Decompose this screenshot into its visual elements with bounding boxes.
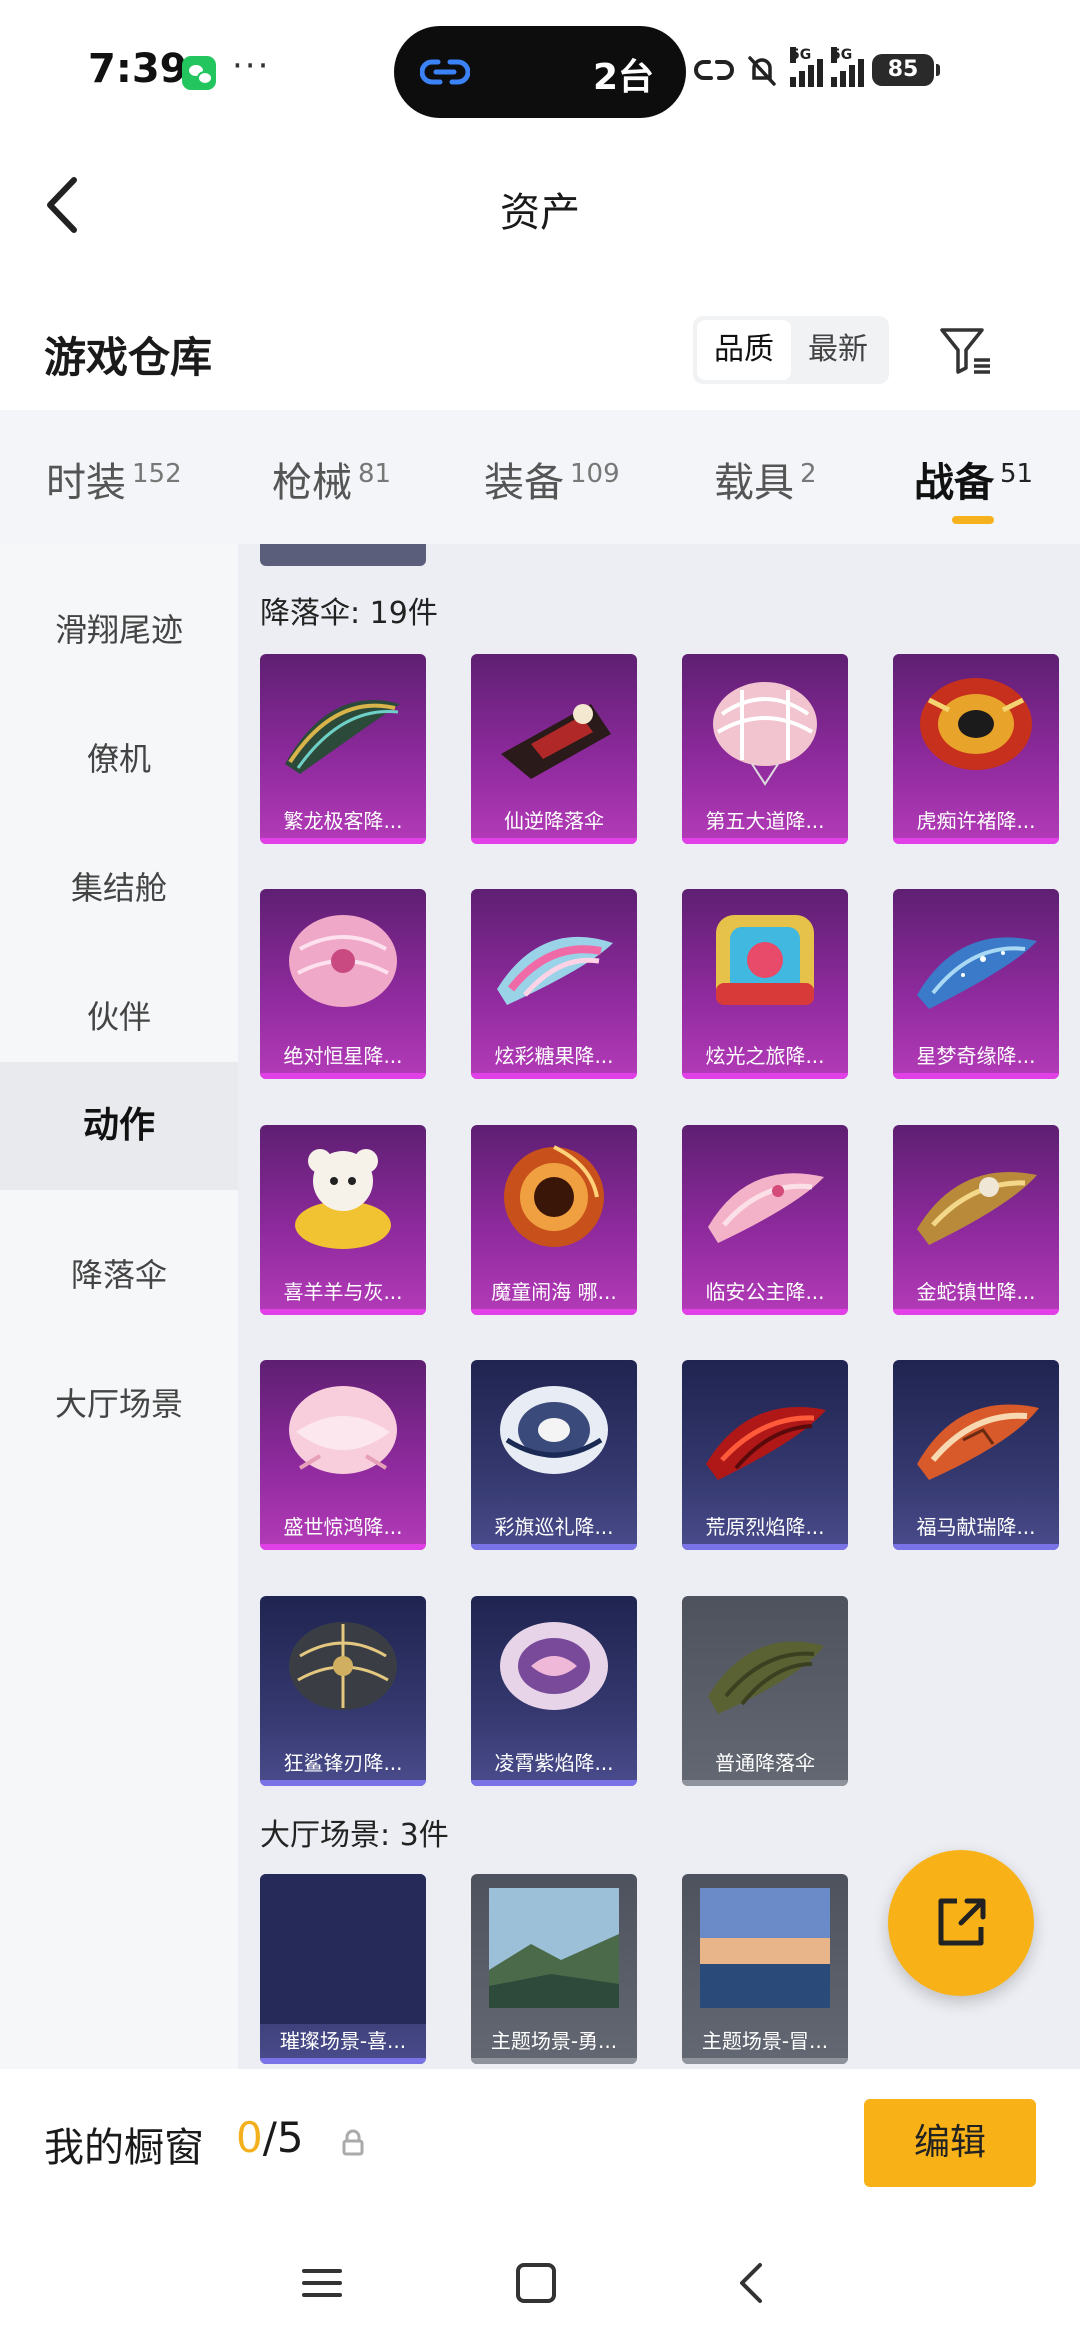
home-icon[interactable] xyxy=(508,2255,564,2311)
tab-vehicles[interactable]: 载具 2 xyxy=(714,450,817,508)
tab-fashion[interactable]: 时装 152 xyxy=(46,450,182,508)
lock-icon xyxy=(342,2129,364,2156)
item-card[interactable]: 金蛇镇世降... xyxy=(893,1125,1059,1315)
menu-icon[interactable] xyxy=(294,2255,350,2311)
battery-icon: 85 xyxy=(872,54,940,86)
sidebar-item-lobby-scene[interactable]: 大厅场景 xyxy=(0,1340,238,1468)
status-bar: 7:39 ··· 2台 5G 5G 85 xyxy=(0,0,1080,140)
parachute-thumbnail xyxy=(289,1386,397,1474)
parachute-thumbnail xyxy=(716,915,814,1005)
parachute-thumbnail xyxy=(917,1172,1037,1245)
header: 资产 xyxy=(0,140,1080,270)
parachute-thumbnail xyxy=(708,1173,824,1243)
item-card[interactable]: 星梦奇缘降... xyxy=(893,889,1059,1079)
parachute-thumbnail xyxy=(285,700,400,774)
item-card[interactable]: 彩旗巡礼降... xyxy=(471,1360,637,1550)
scene-thumbnail xyxy=(260,1874,426,2024)
item-card[interactable]: 仙逆降落伞 xyxy=(471,654,637,844)
tab-firearms[interactable]: 枪械 81 xyxy=(272,450,391,508)
parachute-thumbnail xyxy=(917,937,1037,1009)
filter-icon[interactable] xyxy=(936,320,996,380)
item-card[interactable]: 主题场景-勇... xyxy=(471,1874,637,2064)
tab-active-indicator xyxy=(952,516,994,524)
parachute-thumbnail xyxy=(504,1145,604,1247)
previous-item-card-edge[interactable] xyxy=(260,544,426,566)
parachute-thumbnail xyxy=(500,1622,608,1710)
showcase-label: 我的橱窗 xyxy=(44,2125,204,2171)
parachute-thumbnail xyxy=(497,936,613,1005)
sidebar-item-parachute[interactable]: 降落伞 xyxy=(0,1211,238,1339)
item-card[interactable]: 虎痴许褚降... xyxy=(893,654,1059,844)
sidebar: 滑翔尾迹 僚机 集结舱 伙伴 动作 降落伞 大厅场景 xyxy=(0,544,238,2069)
share-icon xyxy=(938,1898,986,1946)
status-time: 7:39 xyxy=(88,46,188,92)
parachute-thumbnail xyxy=(289,1622,397,1710)
sidebar-item-glide-trail[interactable]: 滑翔尾迹 xyxy=(0,566,238,694)
item-card[interactable]: 喜羊羊与灰... xyxy=(260,1125,426,1315)
item-card[interactable]: 凌霄紫焰降... xyxy=(471,1596,637,1786)
share-button[interactable] xyxy=(888,1850,1034,1996)
sidebar-item-assembly-pod[interactable]: 集结舱 xyxy=(0,824,238,952)
cellular-signal-icon: 5G xyxy=(790,47,823,87)
warehouse-header: 游戏仓库 品质 最新 xyxy=(0,290,1080,410)
item-card[interactable]: 荒原烈焰降... xyxy=(682,1360,848,1550)
item-card[interactable]: 炫光之旅降... xyxy=(682,889,848,1079)
item-card[interactable]: 繁龙极客降... xyxy=(260,654,426,844)
page-title: 资产 xyxy=(500,190,580,236)
system-nav-bar xyxy=(0,2219,1080,2347)
sort-quality-button[interactable]: 品质 xyxy=(697,320,791,380)
mute-bell-icon xyxy=(748,56,776,86)
showcase-bar: 我的橱窗 0/5 编辑 xyxy=(0,2069,1080,2219)
parachute-thumbnail xyxy=(713,682,817,786)
sidebar-item-wingman[interactable]: 僚机 xyxy=(0,695,238,823)
item-card[interactable]: 临安公主降... xyxy=(682,1125,848,1315)
parachute-thumbnail xyxy=(917,1404,1039,1480)
item-card[interactable]: 狂鲨锋刃降... xyxy=(260,1596,426,1786)
item-card[interactable]: 炫彩糖果降... xyxy=(471,889,637,1079)
showcase-count: 0/5 xyxy=(236,2113,304,2162)
parachute-thumbnail xyxy=(708,1641,824,1714)
item-card[interactable]: 普通降落伞 xyxy=(682,1596,848,1786)
parachute-thumbnail xyxy=(920,678,1032,770)
item-card[interactable]: 福马献瑞降... xyxy=(893,1360,1059,1550)
island-device-count: 2台 xyxy=(592,57,654,98)
warehouse-title: 游戏仓库 xyxy=(44,333,213,382)
link-icon xyxy=(420,59,470,85)
tab-battle-prep[interactable]: 战备 51 xyxy=(914,450,1033,508)
wechat-notification-icon xyxy=(182,56,216,90)
sort-toggle: 品质 最新 xyxy=(693,316,889,384)
category-tabs: 时装 152 枪械 81 装备 109 载具 2 战备 51 xyxy=(0,410,1080,544)
item-card[interactable]: 绝对恒星降... xyxy=(260,889,426,1079)
back-icon[interactable] xyxy=(724,2255,780,2311)
parachute-thumbnail xyxy=(500,1386,608,1474)
parachute-thumbnail xyxy=(289,915,397,1007)
dynamic-island[interactable]: 2台 xyxy=(394,26,686,118)
lobby-section-title: 大厅场景: 3件 xyxy=(260,1818,449,1853)
item-grid: 降落伞: 19件 繁龙极客降... 仙逆降落伞 第五大道降... 虎痴许褚降..… xyxy=(238,544,1080,2069)
scene-thumbnail xyxy=(489,1888,619,2008)
sidebar-item-emote[interactable]: 动作 xyxy=(0,1062,238,1190)
parachute-thumbnail xyxy=(501,704,611,779)
more-notifications-icon: ··· xyxy=(232,46,271,86)
scene-thumbnail xyxy=(700,1888,830,2008)
parachute-thumbnail xyxy=(295,1149,391,1249)
parachute-section-title: 降落伞: 19件 xyxy=(260,596,438,631)
edit-button[interactable]: 编辑 xyxy=(864,2099,1036,2187)
item-card[interactable]: 魔童闹海 哪... xyxy=(471,1125,637,1315)
parachute-thumbnail xyxy=(706,1407,826,1480)
cellular-signal-icon-2: 5G xyxy=(831,47,864,87)
item-card[interactable]: 璀璨场景-喜... xyxy=(260,1874,426,2064)
item-card[interactable]: 主题场景-冒... xyxy=(682,1874,848,2064)
item-card[interactable]: 盛世惊鸿降... xyxy=(260,1360,426,1550)
sort-newest-button[interactable]: 最新 xyxy=(791,320,885,380)
item-card[interactable]: 第五大道降... xyxy=(682,654,848,844)
link-status-icon xyxy=(694,60,734,80)
tab-equipment[interactable]: 装备 109 xyxy=(484,450,620,508)
status-icons: 5G 5G 85 xyxy=(694,47,940,92)
